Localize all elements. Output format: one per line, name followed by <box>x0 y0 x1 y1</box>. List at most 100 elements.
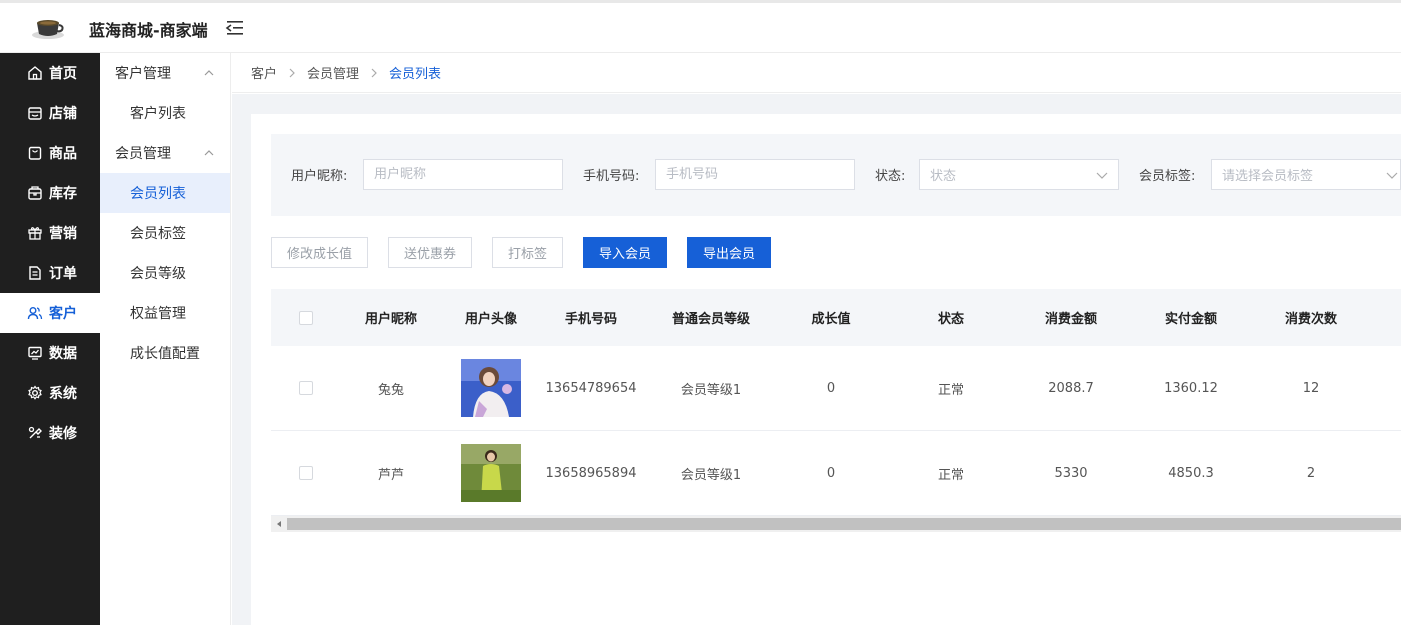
subnav-item-benefits[interactable]: 权益管理 <box>100 293 230 333</box>
nav-item-label: 系统 <box>49 386 77 402</box>
send-coupon-button[interactable]: 送优惠券 <box>388 237 472 268</box>
import-members-button[interactable]: 导入会员 <box>583 237 667 268</box>
nav-item-label: 营销 <box>49 226 77 242</box>
phone-cell: 13658965894 <box>545 465 637 481</box>
order-icon <box>29 266 41 280</box>
sub-sidebar: 客户管理 客户列表 会员管理 会员列表 会员标签 会员等级 权益管理 成长值配置 <box>100 53 231 625</box>
row-checkbox[interactable] <box>299 466 313 480</box>
export-members-button[interactable]: 导出会员 <box>687 237 771 268</box>
column-header: 消费次数 <box>1284 312 1337 327</box>
subnav-item-customer-list[interactable]: 客户列表 <box>100 93 230 133</box>
users-icon <box>27 307 43 320</box>
nav-item-store[interactable]: 店铺 <box>0 93 100 133</box>
column-header: 状态 <box>937 312 964 327</box>
inventory-icon <box>28 186 42 200</box>
nav-item-label: 首页 <box>49 66 77 82</box>
chevron-down-icon <box>1386 172 1398 179</box>
subnav-group-label: 客户管理 <box>115 66 171 82</box>
nav-item-label: 客户 <box>49 306 77 322</box>
store-icon <box>28 107 42 120</box>
column-header: 实付金额 <box>1164 312 1217 327</box>
nickname-cell: 芦芦 <box>377 467 404 483</box>
nav-item-customers[interactable]: 客户 <box>0 293 100 333</box>
column-header: 普通会员等级 <box>671 312 750 327</box>
chevron-up-icon <box>204 150 214 156</box>
modify-growth-button[interactable]: 修改成长值 <box>271 237 368 268</box>
subnav-group-label: 会员管理 <box>115 146 171 162</box>
gear-icon <box>28 385 42 400</box>
scroll-left-arrow-icon[interactable] <box>275 520 283 528</box>
member-tag-label: 会员标签: <box>1139 169 1196 184</box>
member-tag-select-placeholder: 请选择会员标签 <box>1222 169 1314 184</box>
brand-title: 蓝海商城-商家端 <box>89 21 208 40</box>
nav-item-label: 商品 <box>49 146 77 162</box>
level-cell: 会员等级1 <box>680 467 742 483</box>
chevron-down-icon <box>1096 172 1108 179</box>
nav-item-label: 订单 <box>49 266 77 282</box>
nav-item-label: 数据 <box>49 346 77 362</box>
chevron-right-icon <box>371 68 377 77</box>
subnav-group-member-management[interactable]: 会员管理 <box>100 133 230 173</box>
breadcrumb-item-member-list: 会员列表 <box>389 67 442 82</box>
column-header: 消费金额 <box>1044 312 1097 327</box>
column-header: 成长值 <box>811 312 851 327</box>
nickname-label: 用户昵称: <box>291 169 348 184</box>
subnav-item-member-levels[interactable]: 会员等级 <box>100 253 230 293</box>
select-all-checkbox[interactable] <box>299 310 313 325</box>
member-tag-select[interactable]: 请选择会员标签 <box>1211 159 1401 190</box>
chart-icon <box>28 346 42 360</box>
paid-cell: 4850.3 <box>1168 465 1214 481</box>
nickname-input[interactable] <box>363 159 563 190</box>
column-header: 手机号码 <box>564 312 617 327</box>
tag-button[interactable]: 打标签 <box>492 237 563 268</box>
table-header: 用户昵称 用户头像 手机号码 普通会员等级 成长值 状态 消费金额 实付金额 消… <box>271 289 1401 346</box>
nav-item-marketing[interactable]: 营销 <box>0 213 100 253</box>
breadcrumb-item-customer[interactable]: 客户 <box>251 63 277 82</box>
subnav-group-customer-management[interactable]: 客户管理 <box>100 53 230 93</box>
row-checkbox[interactable] <box>299 381 313 395</box>
nav-item-system[interactable]: 系统 <box>0 373 100 413</box>
breadcrumb-item-member-management[interactable]: 会员管理 <box>307 63 359 82</box>
phone-label: 手机号码: <box>583 169 640 184</box>
decorate-icon <box>28 426 42 439</box>
main-sidebar: 首页 店铺 商品 库存 营销 订单 客户 数据 系统 装修 <box>0 53 100 625</box>
nav-item-inventory[interactable]: 库存 <box>0 173 100 213</box>
table-row[interactable]: 兔兔 13654789654 会员等级1 0 正常 2088.7 1360.12… <box>271 346 1401 431</box>
growth-cell: 0 <box>826 380 836 396</box>
bag-icon <box>28 146 42 160</box>
home-icon <box>28 66 42 80</box>
level-cell: 会员等级1 <box>680 382 742 398</box>
status-cell: 正常 <box>937 382 964 398</box>
subnav-item-member-tags[interactable]: 会员标签 <box>100 213 230 253</box>
menu-collapse-icon[interactable] <box>225 19 245 37</box>
table-row[interactable]: 芦芦 13658965894 会员等级1 0 正常 5330 4850.3 2 <box>271 431 1401 516</box>
row-checkbox-cell <box>271 431 341 515</box>
nav-item-orders[interactable]: 订单 <box>0 253 100 293</box>
nav-item-home[interactable]: 首页 <box>0 53 100 93</box>
status-label: 状态: <box>875 169 906 184</box>
nav-item-label: 库存 <box>49 186 77 202</box>
column-header: 用户头像 <box>464 312 517 327</box>
spend-cell: 2088.7 <box>1048 380 1094 396</box>
row-checkbox-cell <box>271 346 341 430</box>
phone-input[interactable] <box>655 159 855 190</box>
paid-cell: 1360.12 <box>1164 380 1218 396</box>
member-table: 用户昵称 用户头像 手机号码 普通会员等级 成长值 状态 消费金额 实付金额 消… <box>271 289 1401 516</box>
nav-item-data[interactable]: 数据 <box>0 333 100 373</box>
scrollbar-thumb[interactable] <box>287 518 1401 530</box>
subnav-item-member-list[interactable]: 会员列表 <box>100 173 230 213</box>
nav-item-label: 店铺 <box>49 106 77 122</box>
avatar-cell <box>441 346 541 430</box>
coffee-cup-logo <box>32 20 64 39</box>
gift-icon <box>28 227 42 240</box>
subnav-item-growth-config[interactable]: 成长值配置 <box>100 333 230 373</box>
table-horizontal-scrollbar[interactable] <box>271 516 1401 532</box>
chevron-up-icon <box>204 70 214 76</box>
status-select-placeholder: 状态 <box>930 169 957 184</box>
status-select[interactable]: 状态 <box>919 159 1119 190</box>
nav-item-decorate[interactable]: 装修 <box>0 413 100 453</box>
spend-cell: 5330 <box>1054 465 1088 481</box>
nav-item-products[interactable]: 商品 <box>0 133 100 173</box>
nav-item-label: 装修 <box>49 426 77 442</box>
avatar <box>461 444 521 502</box>
